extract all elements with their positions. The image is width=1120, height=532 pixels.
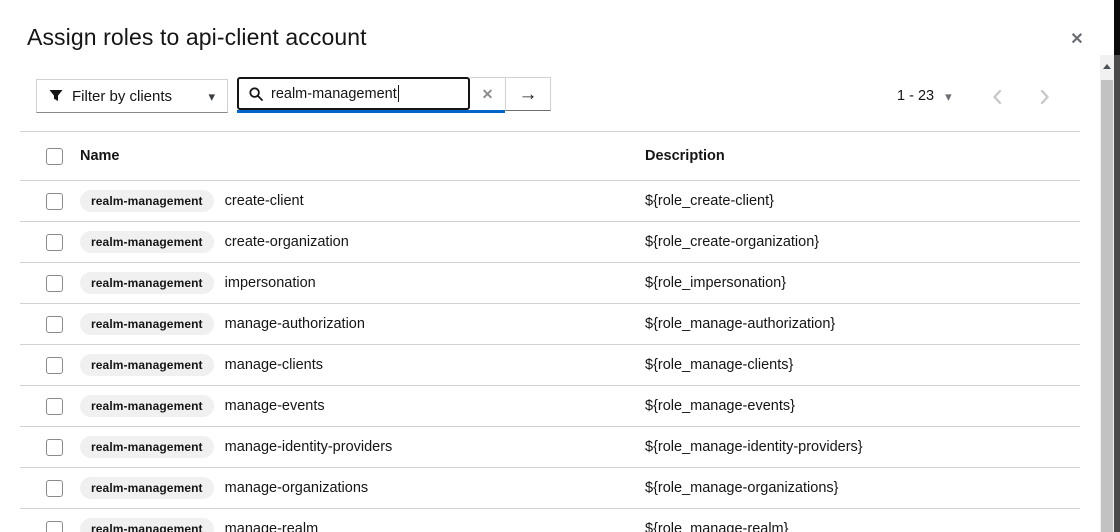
chevron-right-icon bbox=[1040, 89, 1049, 105]
table-row: realm-management create-client ${role_cr… bbox=[20, 181, 1080, 222]
client-badge: realm-management bbox=[80, 354, 214, 376]
client-badge: realm-management bbox=[80, 518, 214, 532]
scroll-up-button[interactable] bbox=[1100, 55, 1114, 77]
role-name: manage-events bbox=[224, 398, 325, 414]
row-checkbox[interactable] bbox=[46, 438, 63, 456]
chevron-left-icon bbox=[993, 89, 1002, 105]
search-input-value: realm-management bbox=[271, 85, 397, 102]
modal-title: Assign roles to api-client account bbox=[27, 24, 367, 50]
role-description: ${role_manage-realm} bbox=[645, 521, 789, 532]
role-description: ${role_manage-authorization} bbox=[645, 316, 836, 332]
search-focus-underline bbox=[237, 110, 505, 113]
table-header-row: Name Description bbox=[20, 131, 1080, 181]
modal-backdrop-top bbox=[1114, 0, 1120, 55]
row-checkbox[interactable] bbox=[46, 356, 63, 374]
table-row: realm-management manage-clients ${role_m… bbox=[20, 345, 1080, 386]
roles-table-body: realm-management create-client ${role_cr… bbox=[20, 181, 1080, 532]
previous-page-button[interactable] bbox=[979, 82, 1015, 112]
role-description: ${role_create-client} bbox=[645, 193, 774, 209]
column-header-name: Name bbox=[64, 131, 645, 181]
role-description: ${role_manage-events} bbox=[645, 398, 795, 414]
modal-scrollbar[interactable] bbox=[1100, 55, 1114, 532]
role-description: ${role_create-organization} bbox=[645, 234, 820, 250]
row-checkbox[interactable] bbox=[46, 315, 63, 333]
close-modal-button[interactable]: ✕ bbox=[1062, 26, 1092, 54]
table-row: realm-management manage-identity-provide… bbox=[20, 427, 1080, 468]
role-name: create-client bbox=[224, 193, 304, 209]
row-checkbox[interactable] bbox=[46, 274, 63, 292]
role-name: create-organization bbox=[224, 234, 349, 250]
scroll-up-arrow-icon bbox=[1103, 63, 1111, 69]
next-page-button[interactable] bbox=[1027, 82, 1063, 112]
chevron-down-icon: ▾ bbox=[208, 88, 215, 104]
chevron-down-icon: ▾ bbox=[945, 88, 952, 104]
role-description: ${role_manage-clients} bbox=[645, 357, 794, 373]
clear-search-button[interactable]: ✕ bbox=[470, 77, 505, 110]
filter-label: Filter by clients bbox=[72, 87, 173, 105]
pagination-menu-toggle[interactable]: 1 - 23 ▾ bbox=[897, 84, 952, 108]
role-description: ${role_impersonation} bbox=[645, 275, 787, 291]
client-badge: realm-management bbox=[80, 272, 214, 294]
role-description: ${role_manage-identity-providers} bbox=[645, 439, 863, 455]
assign-roles-modal: Assign roles to api-client account ✕ Fil… bbox=[0, 0, 1114, 532]
client-badge: realm-management bbox=[80, 477, 214, 499]
table-row: realm-management impersonation ${role_im… bbox=[20, 263, 1080, 304]
select-all-checkbox[interactable] bbox=[46, 147, 63, 165]
row-checkbox[interactable] bbox=[46, 192, 63, 210]
column-header-description: Description bbox=[645, 131, 1080, 181]
table-row: realm-management manage-realm ${role_man… bbox=[20, 509, 1080, 532]
table-row: realm-management create-organization ${r… bbox=[20, 222, 1080, 263]
role-name: manage-clients bbox=[224, 357, 323, 373]
table-row: realm-management manage-organizations ${… bbox=[20, 468, 1080, 509]
role-name: manage-authorization bbox=[224, 316, 365, 332]
modal-backdrop bbox=[1114, 0, 1120, 532]
row-checkbox[interactable] bbox=[46, 233, 63, 251]
filter-by-clients-dropdown[interactable]: Filter by clients ▾ bbox=[36, 79, 228, 113]
text-caret bbox=[397, 85, 399, 102]
role-name: manage-identity-providers bbox=[224, 439, 393, 455]
role-name: impersonation bbox=[224, 275, 316, 291]
search-icon bbox=[249, 86, 263, 101]
search-input[interactable]: realm-management bbox=[237, 77, 470, 110]
row-checkbox[interactable] bbox=[46, 520, 63, 532]
table-row: realm-management manage-authorization ${… bbox=[20, 304, 1080, 345]
client-badge: realm-management bbox=[80, 231, 214, 253]
role-name: manage-realm bbox=[224, 521, 319, 532]
client-badge: realm-management bbox=[80, 395, 214, 417]
row-checkbox[interactable] bbox=[46, 479, 63, 497]
scrollbar-thumb[interactable] bbox=[1101, 80, 1113, 532]
clear-icon: ✕ bbox=[481, 86, 494, 102]
row-checkbox[interactable] bbox=[46, 397, 63, 415]
table-row: realm-management manage-events ${role_ma… bbox=[20, 386, 1080, 427]
close-icon: ✕ bbox=[1070, 31, 1084, 48]
role-description: ${role_manage-organizations} bbox=[645, 480, 839, 496]
role-name: manage-organizations bbox=[224, 480, 369, 496]
client-badge: realm-management bbox=[80, 313, 214, 335]
arrow-right-icon: → bbox=[518, 83, 538, 105]
filter-icon bbox=[49, 89, 63, 103]
pagination-range: 1 - 23 bbox=[897, 88, 935, 104]
client-badge: realm-management bbox=[80, 436, 214, 458]
roles-table: Name Description realm-management create… bbox=[20, 131, 1080, 532]
search-submit-button[interactable]: → bbox=[505, 77, 551, 111]
client-badge: realm-management bbox=[80, 190, 214, 212]
